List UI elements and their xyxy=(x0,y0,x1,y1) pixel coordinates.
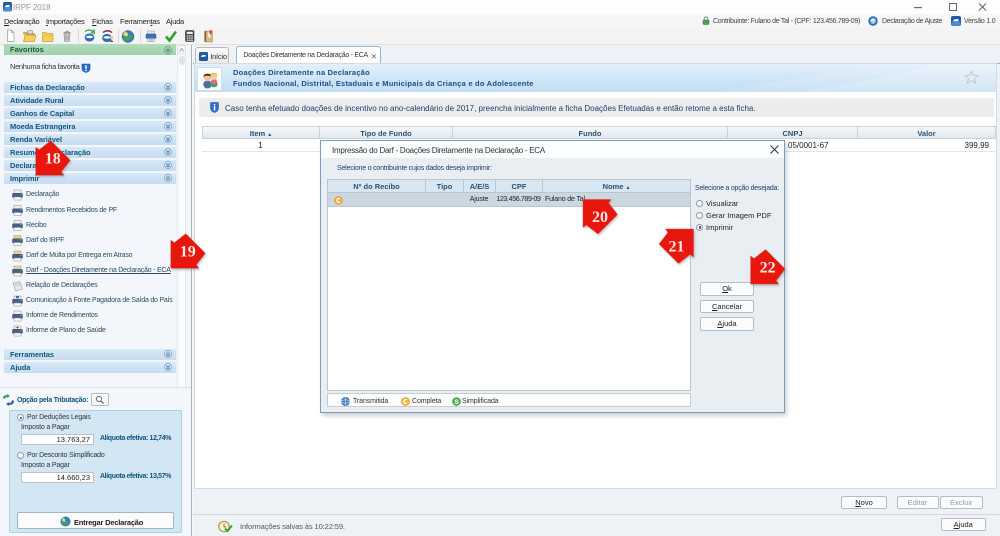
svg-text:S: S xyxy=(454,398,459,405)
